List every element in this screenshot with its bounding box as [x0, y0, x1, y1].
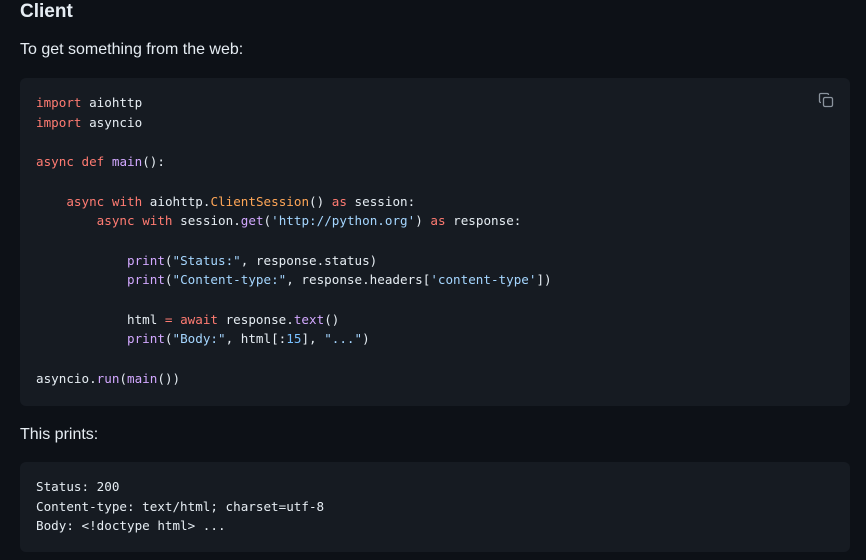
- code-token: session:: [346, 193, 416, 209]
- code-token: with: [142, 213, 173, 229]
- code-token: as: [331, 193, 347, 209]
- code-token: (: [263, 213, 272, 229]
- page: Client To get something from the web: im…: [0, 0, 866, 560]
- code-token: response:: [445, 213, 522, 229]
- code-token: get: [240, 213, 264, 229]
- code-token: 15: [286, 331, 302, 347]
- code-token: with: [111, 193, 143, 209]
- code-token: aiohttp: [81, 95, 143, 110]
- code-token: (: [164, 272, 173, 288]
- code-line: print("Content-type:", response.headers[…: [36, 272, 552, 287]
- code-token: as: [430, 213, 446, 229]
- code-token: print: [127, 252, 165, 268]
- code-line: asyncio.run(main()): [36, 371, 180, 386]
- code-token: , response.headers[: [286, 272, 431, 288]
- code-token: session.: [172, 213, 241, 229]
- code-block[interactable]: import aiohttp import asyncio async def …: [20, 78, 850, 406]
- code-token: asyncio: [81, 114, 143, 130]
- code-token: ClientSession: [210, 193, 310, 209]
- intro-text: To get something from the web:: [20, 41, 244, 58]
- code-token: (: [164, 331, 173, 347]
- code-token: response.: [218, 311, 294, 327]
- section-heading: Client: [20, 1, 73, 22]
- code-token: ]): [536, 272, 552, 288]
- code-token: print: [127, 331, 165, 347]
- code-token: ],: [301, 331, 325, 347]
- code-token: print: [127, 272, 165, 288]
- code-token: (: [119, 370, 128, 386]
- code-token: ): [415, 213, 431, 229]
- code-token: (: [164, 252, 173, 268]
- code-token: (): [309, 193, 332, 209]
- code-token: "Content-type:": [172, 272, 287, 288]
- code-line: import aiohttp: [36, 95, 142, 110]
- code-token: 'http://python.org': [271, 213, 416, 229]
- code-token: async: [96, 213, 135, 229]
- code-token: def: [81, 154, 105, 170]
- code-content[interactable]: import aiohttp import asyncio async def …: [36, 93, 552, 389]
- code-token: main: [127, 370, 158, 386]
- copy-icon: [818, 92, 834, 108]
- output-line: Status: 200: [36, 479, 120, 494]
- code-line: import asyncio: [36, 115, 142, 130]
- code-token: html: [36, 311, 165, 327]
- code-token: (): [324, 311, 340, 327]
- code-line: async with session.get('http://python.or…: [36, 213, 522, 229]
- code-token: 'content-type': [430, 272, 537, 288]
- code-token: aiohttp.: [142, 193, 211, 209]
- code-token: , html[:: [225, 331, 287, 347]
- code-token: , response.status): [240, 252, 378, 268]
- code-line: print("Status:", response.status): [36, 253, 377, 268]
- output-block[interactable]: Status: 200 Content-type: text/html; cha…: [20, 462, 850, 552]
- output-content[interactable]: Status: 200 Content-type: text/html; cha…: [36, 477, 324, 536]
- code-line: async with aiohttp.ClientSession() as se…: [36, 194, 415, 209]
- code-token: import: [36, 114, 82, 130]
- code-token: ():: [142, 154, 165, 170]
- code-token: text: [293, 311, 325, 327]
- code-token: ()): [157, 370, 181, 386]
- code-token: "Status:": [172, 252, 241, 268]
- output-line: Body: <!doctype html> ...: [36, 518, 226, 534]
- code-token: "...": [324, 331, 363, 347]
- prints-label: This prints:: [20, 426, 99, 443]
- code-token: =: [164, 311, 173, 327]
- copy-button[interactable]: [818, 92, 834, 108]
- code-token: async: [66, 193, 105, 209]
- code-token: main: [111, 154, 143, 170]
- code-line: html = await response.text(): [36, 312, 339, 327]
- code-line: print("Body:", html[:15], "..."): [36, 331, 370, 346]
- output-line: Content-type: text/html; charset=utf-8: [36, 498, 325, 514]
- code-token: asyncio.: [36, 370, 97, 386]
- code-token: await: [180, 311, 219, 327]
- code-token: run: [96, 370, 120, 386]
- code-token: import: [36, 95, 82, 110]
- code-line: async def main():: [36, 154, 165, 169]
- code-token: "Body:": [172, 331, 226, 347]
- code-token: ): [362, 331, 370, 347]
- code-token: async: [36, 154, 74, 170]
